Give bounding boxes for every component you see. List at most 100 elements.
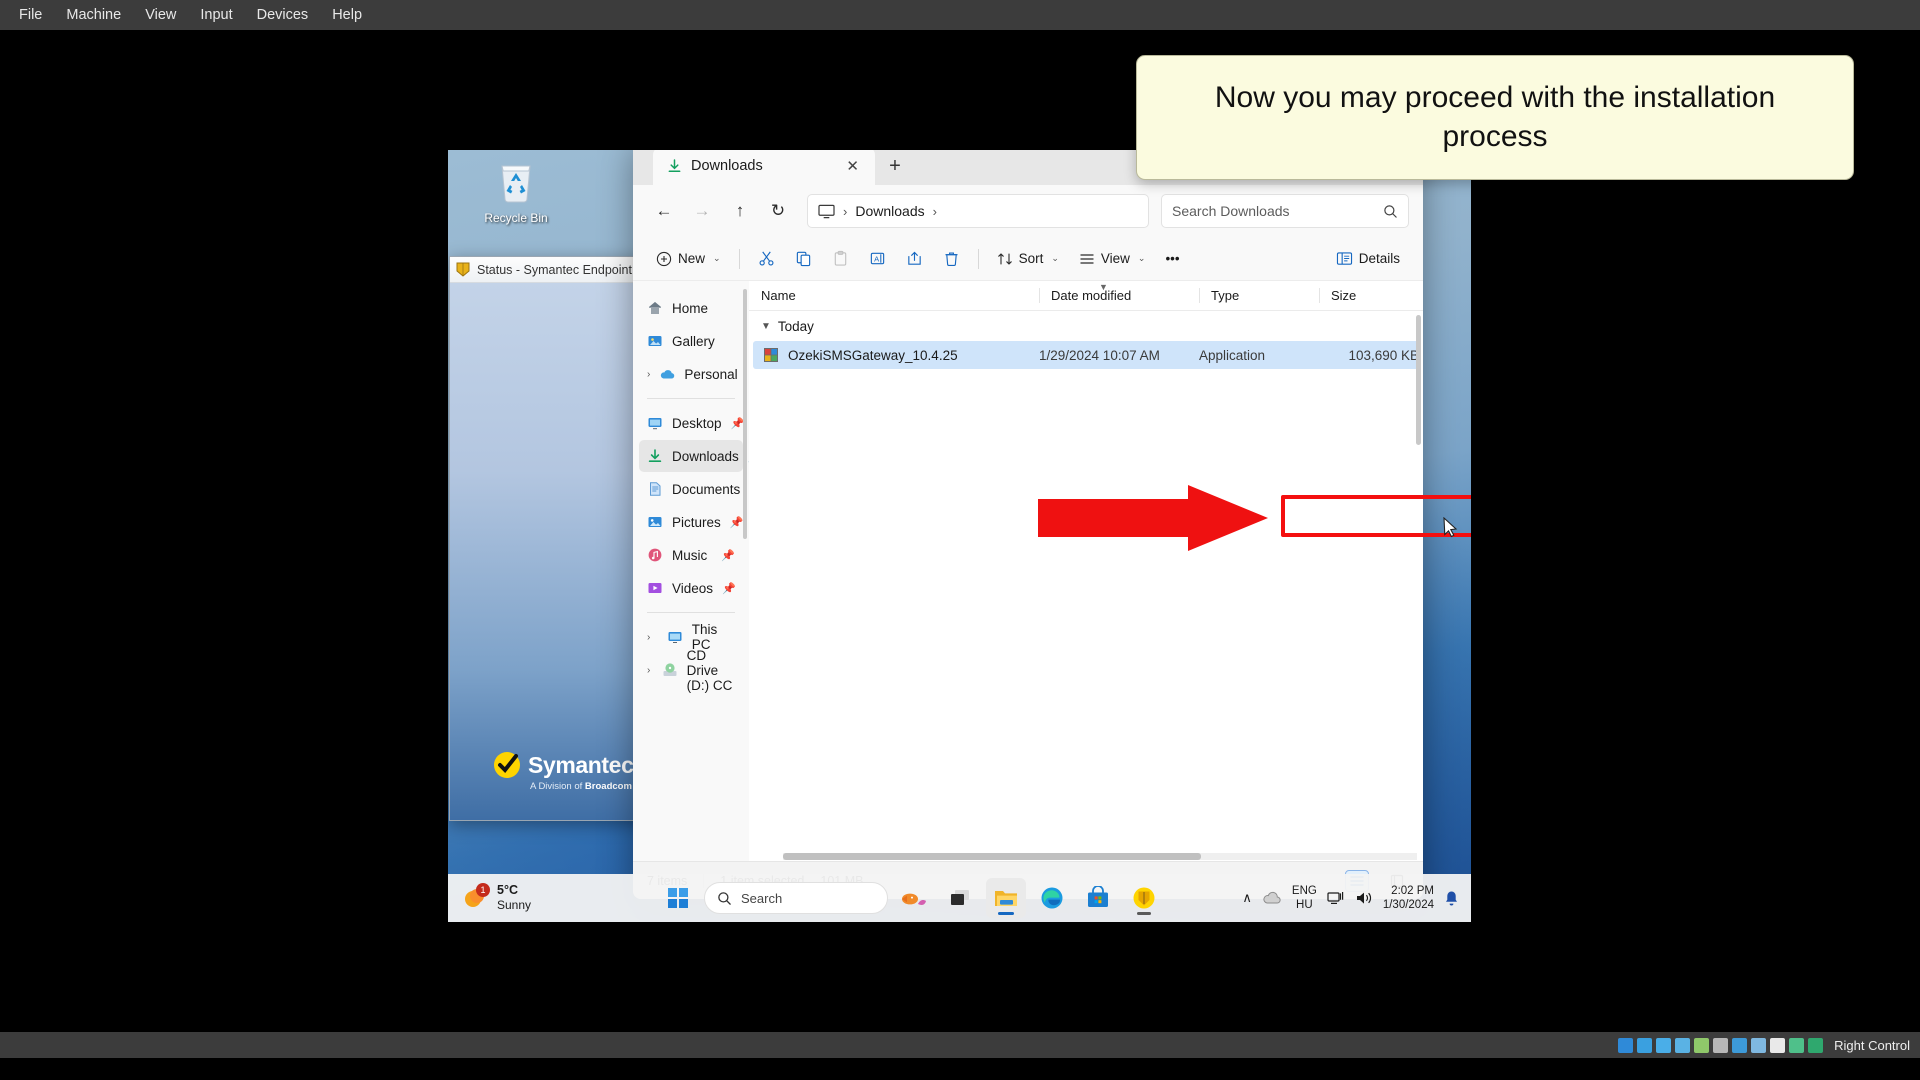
file-list-horizontal-scrollbar[interactable] bbox=[783, 853, 1417, 860]
column-header-type[interactable]: Type bbox=[1199, 281, 1319, 310]
file-group-header-today[interactable]: ▼ Today bbox=[749, 311, 1423, 341]
sidebar-item-videos[interactable]: Videos 📌 bbox=[639, 572, 743, 604]
network-icon[interactable] bbox=[1327, 890, 1345, 906]
music-icon bbox=[647, 547, 663, 563]
vbox-menu-machine[interactable]: Machine bbox=[55, 3, 132, 27]
vbox-host-key-icon[interactable] bbox=[1808, 1037, 1824, 1053]
up-icon[interactable]: ↑ bbox=[723, 194, 757, 228]
explorer-command-bar: New ⌄ A Sort ⌄ View ⌄ ••• Details bbox=[633, 237, 1423, 281]
rename-button[interactable]: A bbox=[860, 243, 895, 275]
explorer-file-list-pane[interactable]: Name Date modified Type Size ▼ ▼ Today O… bbox=[749, 281, 1423, 861]
vbox-features-icon[interactable] bbox=[1770, 1037, 1786, 1053]
sidebar-label: Downloads bbox=[672, 448, 739, 464]
documents-icon bbox=[647, 481, 663, 497]
onedrive-cloud-icon[interactable] bbox=[1262, 891, 1282, 905]
copy-button[interactable] bbox=[786, 243, 821, 275]
vbox-menu-view[interactable]: View bbox=[134, 3, 187, 27]
vbox-recording-icon[interactable] bbox=[1751, 1037, 1767, 1053]
chevron-right-icon[interactable]: › bbox=[647, 632, 658, 643]
chevron-down-icon[interactable]: ▼ bbox=[761, 321, 771, 332]
sidebar-item-home[interactable]: Home bbox=[639, 292, 743, 324]
view-button[interactable]: View ⌄ bbox=[1070, 243, 1155, 275]
column-header-size[interactable]: Size bbox=[1319, 281, 1419, 310]
horizontal-scrollbar-thumb[interactable] bbox=[783, 853, 1202, 860]
vbox-display-icon[interactable] bbox=[1732, 1037, 1748, 1053]
vbox-floppy-icon[interactable] bbox=[1656, 1037, 1672, 1053]
sidebar-item-pictures[interactable]: Pictures 📌 bbox=[639, 506, 743, 538]
vbox-menu-devices[interactable]: Devices bbox=[246, 3, 320, 27]
search-icon bbox=[717, 891, 732, 906]
search-input[interactable]: Search Downloads bbox=[1172, 203, 1375, 219]
cut-button[interactable] bbox=[749, 243, 784, 275]
sidebar-item-cd-drive[interactable]: › CD Drive (D:) CC bbox=[639, 648, 743, 693]
vbox-hard-disk-icon[interactable] bbox=[1618, 1037, 1634, 1053]
breadcrumb-downloads[interactable]: Downloads bbox=[855, 203, 924, 219]
input-language-indicator[interactable]: ENG HU bbox=[1292, 884, 1317, 912]
vbox-host-key-label: Right Control bbox=[1834, 1037, 1910, 1053]
forward-icon[interactable]: → bbox=[685, 194, 719, 228]
taskbar-microsoft-store-button[interactable] bbox=[1078, 878, 1118, 918]
table-row[interactable]: OzekiSMSGateway_10.4.25 1/29/2024 10:07 … bbox=[753, 341, 1419, 369]
back-icon[interactable]: ← bbox=[647, 194, 681, 228]
new-tab-button[interactable]: + bbox=[875, 150, 915, 185]
file-list-vertical-scrollbar[interactable] bbox=[1416, 315, 1421, 445]
start-button[interactable] bbox=[658, 878, 698, 918]
search-box[interactable]: Search Downloads bbox=[1161, 194, 1409, 228]
pin-icon[interactable]: 📌 bbox=[721, 549, 735, 562]
vbox-menu-help[interactable]: Help bbox=[321, 3, 373, 27]
volume-icon[interactable] bbox=[1355, 890, 1373, 906]
sidebar-item-gallery[interactable]: Gallery bbox=[639, 325, 743, 357]
refresh-icon[interactable]: ↻ bbox=[761, 194, 795, 228]
notifications-bell-icon[interactable] bbox=[1444, 890, 1459, 906]
explorer-tab-downloads[interactable]: Downloads ✕ bbox=[653, 150, 875, 185]
taskbar-symantec-button[interactable] bbox=[1124, 878, 1164, 918]
sidebar-scrollbar[interactable] bbox=[743, 289, 747, 539]
taskbar-task-view-button[interactable] bbox=[940, 878, 980, 918]
vbox-network-icon[interactable] bbox=[1675, 1037, 1691, 1053]
sidebar-item-documents[interactable]: Documents 📌 bbox=[639, 473, 743, 505]
downloads-icon bbox=[647, 448, 663, 464]
share-button[interactable] bbox=[897, 243, 932, 275]
vbox-usb-icon[interactable] bbox=[1694, 1037, 1710, 1053]
taskbar-clock[interactable]: 2:02 PM 1/30/2024 bbox=[1383, 884, 1434, 913]
vbox-shared-folders-icon[interactable] bbox=[1713, 1037, 1729, 1053]
delete-button[interactable] bbox=[934, 243, 969, 275]
taskbar-widgets-button[interactable] bbox=[894, 878, 934, 918]
sort-button[interactable]: Sort ⌄ bbox=[988, 243, 1068, 275]
file-explorer-window[interactable]: Downloads ✕ + ← → ↑ ↻ › Downloads › Sear… bbox=[633, 150, 1423, 899]
new-button[interactable]: New ⌄ bbox=[647, 243, 730, 275]
breadcrumb-separator-2[interactable]: › bbox=[933, 204, 937, 219]
column-header-date-modified[interactable]: Date modified bbox=[1039, 281, 1199, 310]
vbox-optical-disk-icon[interactable] bbox=[1637, 1037, 1653, 1053]
sidebar-item-desktop[interactable]: Desktop 📌 bbox=[639, 407, 744, 439]
column-header-name[interactable]: Name bbox=[749, 281, 1039, 310]
more-options-button[interactable]: ••• bbox=[1156, 243, 1188, 275]
explorer-main-area: Home Gallery › Personal Desktop 📌 Downlo… bbox=[633, 281, 1423, 861]
details-pane-button[interactable]: Details bbox=[1327, 243, 1409, 275]
vbox-mouse-integration-icon[interactable] bbox=[1789, 1037, 1805, 1053]
pin-icon[interactable]: 📌 bbox=[730, 516, 744, 529]
pin-icon[interactable]: 📌 bbox=[722, 582, 736, 595]
chevron-right-icon[interactable]: › bbox=[647, 665, 653, 676]
virtualbox-menubar: File Machine View Input Devices Help bbox=[0, 0, 1920, 30]
vbox-menu-input[interactable]: Input bbox=[189, 3, 243, 27]
scissors-icon bbox=[758, 250, 775, 267]
file-date-modified: 1/29/2024 10:07 AM bbox=[1039, 347, 1160, 363]
sidebar-item-music[interactable]: Music 📌 bbox=[639, 539, 743, 571]
show-hidden-icons-chevron-icon[interactable]: ∧ bbox=[1242, 890, 1252, 906]
explorer-navigation-pane[interactable]: Home Gallery › Personal Desktop 📌 Downlo… bbox=[633, 281, 749, 861]
paste-button[interactable] bbox=[823, 243, 858, 275]
taskbar-weather-widget[interactable]: 1 5°C Sunny bbox=[448, 883, 658, 914]
sidebar-item-personal[interactable]: › Personal bbox=[639, 358, 743, 390]
close-icon[interactable]: ✕ bbox=[840, 155, 865, 177]
taskbar-file-explorer-button[interactable] bbox=[986, 878, 1026, 918]
desktop-icon-recycle-bin[interactable]: Recycle Bin bbox=[476, 158, 556, 225]
onedrive-icon bbox=[659, 368, 675, 381]
address-bar[interactable]: › Downloads › bbox=[807, 194, 1149, 228]
taskbar-search-box[interactable]: Search bbox=[704, 882, 888, 914]
sidebar-item-downloads[interactable]: Downloads 📌 bbox=[639, 440, 749, 472]
taskbar-edge-button[interactable] bbox=[1032, 878, 1072, 918]
chevron-right-icon[interactable]: › bbox=[647, 369, 650, 380]
file-name-cell[interactable]: OzekiSMSGateway_10.4.25 bbox=[753, 347, 1039, 363]
vbox-menu-file[interactable]: File bbox=[8, 3, 53, 27]
